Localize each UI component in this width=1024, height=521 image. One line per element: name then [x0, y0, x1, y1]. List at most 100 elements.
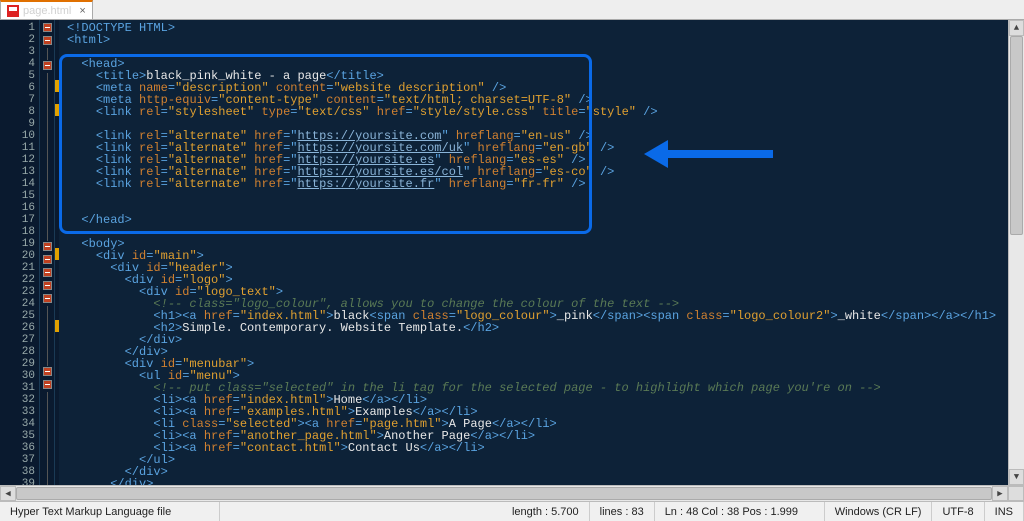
- code-line[interactable]: [67, 226, 1000, 238]
- line-number: 6: [0, 82, 35, 94]
- code-line[interactable]: <li><a href="contact.html">Contact Us</a…: [67, 442, 1000, 454]
- status-position: Ln : 48 Col : 38 Pos : 1.999: [655, 502, 825, 521]
- line-number-gutter: 1234567891011121314151617181920212223242…: [0, 20, 40, 485]
- line-number: 19: [0, 238, 35, 250]
- fold-marker: [40, 306, 54, 318]
- code-line[interactable]: </div>: [67, 466, 1000, 478]
- line-number: 35: [0, 430, 35, 442]
- fold-marker[interactable]: [40, 242, 54, 254]
- line-number: 38: [0, 466, 35, 478]
- fold-marker: [40, 452, 54, 464]
- status-bar: Hyper Text Markup Language file length :…: [0, 501, 1024, 521]
- editor[interactable]: 1234567891011121314151617181920212223242…: [0, 20, 1024, 485]
- line-number: 11: [0, 142, 35, 154]
- fold-marker[interactable]: [40, 294, 54, 306]
- fold-marker: [40, 476, 54, 485]
- fold-marker: [40, 109, 54, 121]
- line-number: 29: [0, 358, 35, 370]
- fold-marker[interactable]: [40, 23, 54, 35]
- fold-marker: [40, 193, 54, 205]
- tab-bar: page.html ×: [0, 0, 1024, 20]
- line-number: 28: [0, 346, 35, 358]
- file-modified-icon: [7, 5, 19, 17]
- line-number: 3: [0, 46, 35, 58]
- code-line[interactable]: </div>: [67, 334, 1000, 346]
- line-number: 31: [0, 382, 35, 394]
- resize-grip-icon: [1008, 486, 1024, 501]
- close-icon[interactable]: ×: [79, 5, 85, 17]
- tab-label: page.html: [23, 5, 71, 17]
- fold-marker[interactable]: [40, 36, 54, 48]
- fold-marker: [40, 354, 54, 366]
- line-number: 12: [0, 154, 35, 166]
- code-line[interactable]: </head>: [67, 214, 1000, 226]
- code-line[interactable]: <link rel="alternate" href="https://your…: [67, 178, 1000, 190]
- code-line[interactable]: [67, 202, 1000, 214]
- code-area[interactable]: <!DOCTYPE HTML><html> <head> <title>blac…: [59, 20, 1008, 485]
- fold-marker: [40, 145, 54, 157]
- fold-marker[interactable]: [40, 268, 54, 280]
- fold-marker[interactable]: [40, 380, 54, 392]
- code-line[interactable]: [67, 190, 1000, 202]
- line-number: 33: [0, 406, 35, 418]
- fold-marker: [40, 428, 54, 440]
- fold-marker[interactable]: [40, 61, 54, 73]
- code-line[interactable]: <h2>Simple. Contemporary. Website Templa…: [67, 322, 1000, 334]
- line-number: 8: [0, 106, 35, 118]
- scroll-left-icon[interactable]: ◀: [0, 486, 16, 501]
- status-filetype: Hyper Text Markup Language file: [0, 502, 220, 521]
- line-number: 37: [0, 454, 35, 466]
- code-line[interactable]: </ul>: [67, 454, 1000, 466]
- line-number: 27: [0, 334, 35, 346]
- line-number: 1: [0, 22, 35, 34]
- fold-marker: [40, 330, 54, 342]
- fold-marker[interactable]: [40, 255, 54, 267]
- line-number: 22: [0, 274, 35, 286]
- line-number: 2: [0, 34, 35, 46]
- status-lines: lines : 83: [590, 502, 655, 521]
- fold-marker: [40, 416, 54, 428]
- line-number: 26: [0, 322, 35, 334]
- fold-gutter[interactable]: [40, 20, 55, 485]
- line-number: 14: [0, 178, 35, 190]
- line-number: 4: [0, 58, 35, 70]
- line-number: 39: [0, 478, 35, 485]
- status-eol[interactable]: Windows (CR LF): [825, 502, 933, 521]
- status-encoding[interactable]: UTF-8: [932, 502, 984, 521]
- status-insert-mode[interactable]: INS: [985, 502, 1024, 521]
- scroll-down-icon[interactable]: ▼: [1009, 469, 1024, 485]
- scroll-right-icon[interactable]: ▶: [992, 486, 1008, 501]
- tab-page-html[interactable]: page.html ×: [0, 0, 93, 19]
- scroll-up-icon[interactable]: ▲: [1009, 20, 1024, 36]
- line-number: 9: [0, 118, 35, 130]
- line-number: 16: [0, 202, 35, 214]
- fold-marker[interactable]: [40, 367, 54, 379]
- hscroll-track[interactable]: [16, 486, 992, 501]
- vertical-scrollbar[interactable]: ▲ ▼: [1008, 20, 1024, 485]
- fold-marker: [40, 169, 54, 181]
- fold-marker: [40, 85, 54, 97]
- scroll-thumb[interactable]: [1010, 36, 1023, 235]
- code-line[interactable]: <body>: [67, 238, 1000, 250]
- line-number: 7: [0, 94, 35, 106]
- hscroll-thumb[interactable]: [16, 487, 992, 500]
- fold-marker: [40, 205, 54, 217]
- line-number: 21: [0, 262, 35, 274]
- code-line[interactable]: </div>: [67, 478, 1000, 485]
- line-number: 24: [0, 298, 35, 310]
- code-line[interactable]: <html>: [67, 34, 1000, 46]
- status-length: length : 5.700: [502, 502, 590, 521]
- code-line[interactable]: <!DOCTYPE HTML>: [67, 22, 1000, 34]
- scroll-track[interactable]: [1009, 36, 1024, 469]
- code-line[interactable]: <link rel="stylesheet" type="text/css" h…: [67, 106, 1000, 118]
- code-line[interactable]: [67, 46, 1000, 58]
- fold-marker: [40, 318, 54, 330]
- fold-marker[interactable]: [40, 281, 54, 293]
- fold-marker: [40, 217, 54, 229]
- line-number: 32: [0, 394, 35, 406]
- fold-marker: [40, 181, 54, 193]
- fold-marker: [40, 133, 54, 145]
- horizontal-scrollbar[interactable]: ◀ ▶: [0, 485, 1024, 501]
- line-number: 20: [0, 250, 35, 262]
- fold-marker: [40, 440, 54, 452]
